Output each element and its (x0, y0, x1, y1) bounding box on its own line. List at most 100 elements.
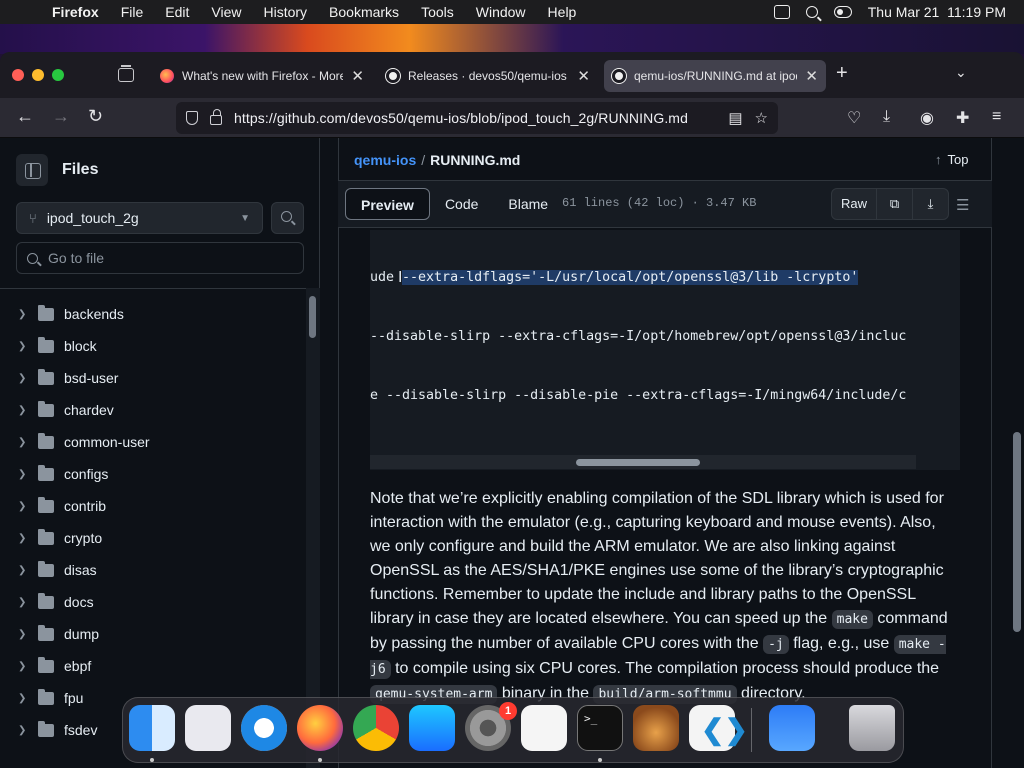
new-tab-button[interactable]: + (836, 62, 848, 85)
weather-icon[interactable] (769, 705, 815, 751)
lock-icon[interactable] (210, 109, 222, 125)
menu-help[interactable]: Help (537, 4, 588, 20)
tree-item-docs[interactable]: ❯ docs (0, 586, 306, 618)
close-tab-icon[interactable]: ✕ (351, 67, 364, 85)
chevron-right-icon[interactable]: ❯ (18, 309, 28, 320)
tab-preview[interactable]: Preview (345, 188, 430, 220)
tab-releases[interactable]: Releases · devos50/qemu-ios · G ✕ (378, 60, 598, 92)
back-arrow-icon[interactable]: ← (16, 106, 34, 127)
tree-item-common-user[interactable]: ❯ common-user (0, 426, 306, 458)
url-bar[interactable]: https://github.com/devos50/qemu-ios/blob… (176, 102, 778, 134)
chevron-right-icon[interactable]: ❯ (18, 597, 28, 608)
file-tree-sidebar: Files ⑂ ipod_touch_2g ▼ ❯ backends ❯ block… (0, 138, 320, 768)
firefox-icon[interactable] (297, 705, 343, 751)
go-to-file-input[interactable] (48, 250, 278, 266)
chevron-right-icon[interactable]: ❯ (18, 629, 28, 640)
menu-edit[interactable]: Edit (154, 4, 200, 20)
chevron-right-icon[interactable]: ❯ (18, 405, 28, 416)
menu-history[interactable]: History (252, 4, 318, 20)
reload-icon[interactable]: ↻ (88, 106, 103, 127)
breadcrumb-repo-link[interactable]: qemu-ios (354, 152, 416, 168)
close-tab-icon[interactable]: ✕ (805, 67, 818, 85)
pocket-icon[interactable]: ♡ (847, 108, 861, 128)
list-all-tabs-chevron-icon[interactable]: ⌄ (955, 64, 967, 81)
page-vertical-scrollbar[interactable] (1010, 368, 1024, 768)
menubar-clock[interactable]: Thu Mar 21 11:19 PM (868, 4, 1006, 20)
chevron-right-icon[interactable]: ❯ (18, 565, 28, 576)
tree-item-contrib[interactable]: ❯ contrib (0, 490, 306, 522)
spotlight-search-icon[interactable] (805, 6, 818, 18)
chevron-right-icon[interactable]: ❯ (18, 725, 28, 736)
screen-mirroring-icon[interactable] (773, 5, 790, 19)
chevron-right-icon[interactable]: ❯ (18, 661, 28, 672)
menu-file[interactable]: File (110, 4, 155, 20)
control-center-icon[interactable] (833, 6, 852, 18)
copy-icon[interactable]: ⧉ (876, 189, 912, 219)
safari-icon[interactable] (241, 705, 287, 751)
close-tab-icon[interactable]: ✕ (577, 67, 590, 85)
chevron-right-icon[interactable]: ❯ (18, 469, 28, 480)
tab-running-md[interactable]: qemu-ios/RUNNING.md at ipod ✕ (604, 60, 826, 92)
menu-app-firefox[interactable]: Firefox (52, 4, 110, 20)
garageband-icon[interactable] (633, 705, 679, 751)
chevron-right-icon[interactable]: ❯ (18, 533, 28, 544)
vscode-icon[interactable]: ❮❯ (689, 705, 748, 751)
tree-item-dump[interactable]: ❯ dump (0, 618, 306, 650)
download-icon[interactable]: ⤓ (912, 189, 948, 219)
zoom-window-button[interactable] (52, 69, 64, 81)
scrollbar-thumb[interactable] (1013, 432, 1021, 632)
chevron-right-icon[interactable]: ❯ (18, 501, 28, 512)
url-text[interactable]: https://github.com/devos50/qemu-ios/blob… (234, 110, 716, 126)
raw-button[interactable]: Raw (832, 189, 876, 219)
textedit-icon[interactable] (521, 705, 567, 751)
top-button[interactable]: ↑ Top (935, 152, 968, 167)
tree-item-backends[interactable]: ❯ backends (0, 298, 306, 330)
chevron-right-icon[interactable]: ❯ (18, 437, 28, 448)
terminal-icon[interactable]: >_ (577, 705, 623, 751)
tree-item-block[interactable]: ❯ block (0, 330, 306, 362)
downloads-icon[interactable]: ⤓ (883, 108, 890, 126)
tab-blame[interactable]: Blame (493, 188, 563, 220)
search-code-button[interactable] (271, 202, 304, 234)
code-block[interactable]: ude --extra-ldflags='-L/usr/local/opt/op… (370, 230, 960, 470)
trash-icon[interactable] (849, 705, 895, 751)
bookmark-star-icon[interactable]: ☆ (755, 109, 768, 127)
chrome-icon[interactable] (353, 705, 399, 751)
chevron-right-icon[interactable]: ❯ (18, 341, 28, 352)
menu-tools[interactable]: Tools (410, 4, 465, 20)
file-tree-scrollbar[interactable] (306, 288, 320, 768)
menu-window[interactable]: Window (465, 4, 537, 20)
hamburger-menu-icon[interactable]: ≡ (992, 108, 1001, 126)
scrollbar-thumb[interactable] (576, 459, 700, 466)
tab-firefox-whats-new[interactable]: What's new with Firefox - More ✕ (152, 60, 372, 92)
tracking-protection-shield-icon[interactable] (186, 111, 198, 125)
account-icon[interactable]: ◉ (920, 108, 934, 128)
tree-item-ebpf[interactable]: ❯ ebpf (0, 650, 306, 682)
tab-code[interactable]: Code (430, 188, 493, 220)
selected-text[interactable]: --extra-ldflags='-L/usr/local/opt/openss… (402, 270, 859, 285)
launchpad-icon[interactable] (185, 705, 231, 751)
collapse-sidebar-icon[interactable] (16, 154, 48, 186)
firefox-view-icon[interactable] (118, 65, 134, 82)
tree-item-disas[interactable]: ❯ disas (0, 554, 306, 586)
reader-view-icon[interactable]: ▤ (728, 109, 742, 127)
go-to-file-field[interactable] (16, 242, 304, 274)
menu-bookmarks[interactable]: Bookmarks (318, 4, 410, 20)
tree-item-bsd-user[interactable]: ❯ bsd-user (0, 362, 306, 394)
app-store-icon[interactable] (409, 705, 455, 751)
chevron-right-icon[interactable]: ❯ (18, 693, 28, 704)
tree-item-configs[interactable]: ❯ configs (0, 458, 306, 490)
menu-view[interactable]: View (200, 4, 252, 20)
close-window-button[interactable] (12, 69, 24, 81)
tree-item-chardev[interactable]: ❯ chardev (0, 394, 306, 426)
branch-selector[interactable]: ⑂ ipod_touch_2g ▼ (16, 202, 263, 234)
chevron-right-icon[interactable]: ❯ (18, 373, 28, 384)
outline-list-icon[interactable]: ☰ (956, 196, 969, 214)
minimize-window-button[interactable] (32, 69, 44, 81)
scrollbar-thumb[interactable] (309, 296, 316, 338)
tree-item-crypto[interactable]: ❯ crypto (0, 522, 306, 554)
extensions-icon[interactable]: ✚ (956, 108, 969, 128)
code-horizontal-scrollbar[interactable] (370, 455, 916, 469)
finder-icon[interactable] (129, 705, 175, 751)
forward-arrow-icon[interactable]: → (52, 106, 70, 127)
